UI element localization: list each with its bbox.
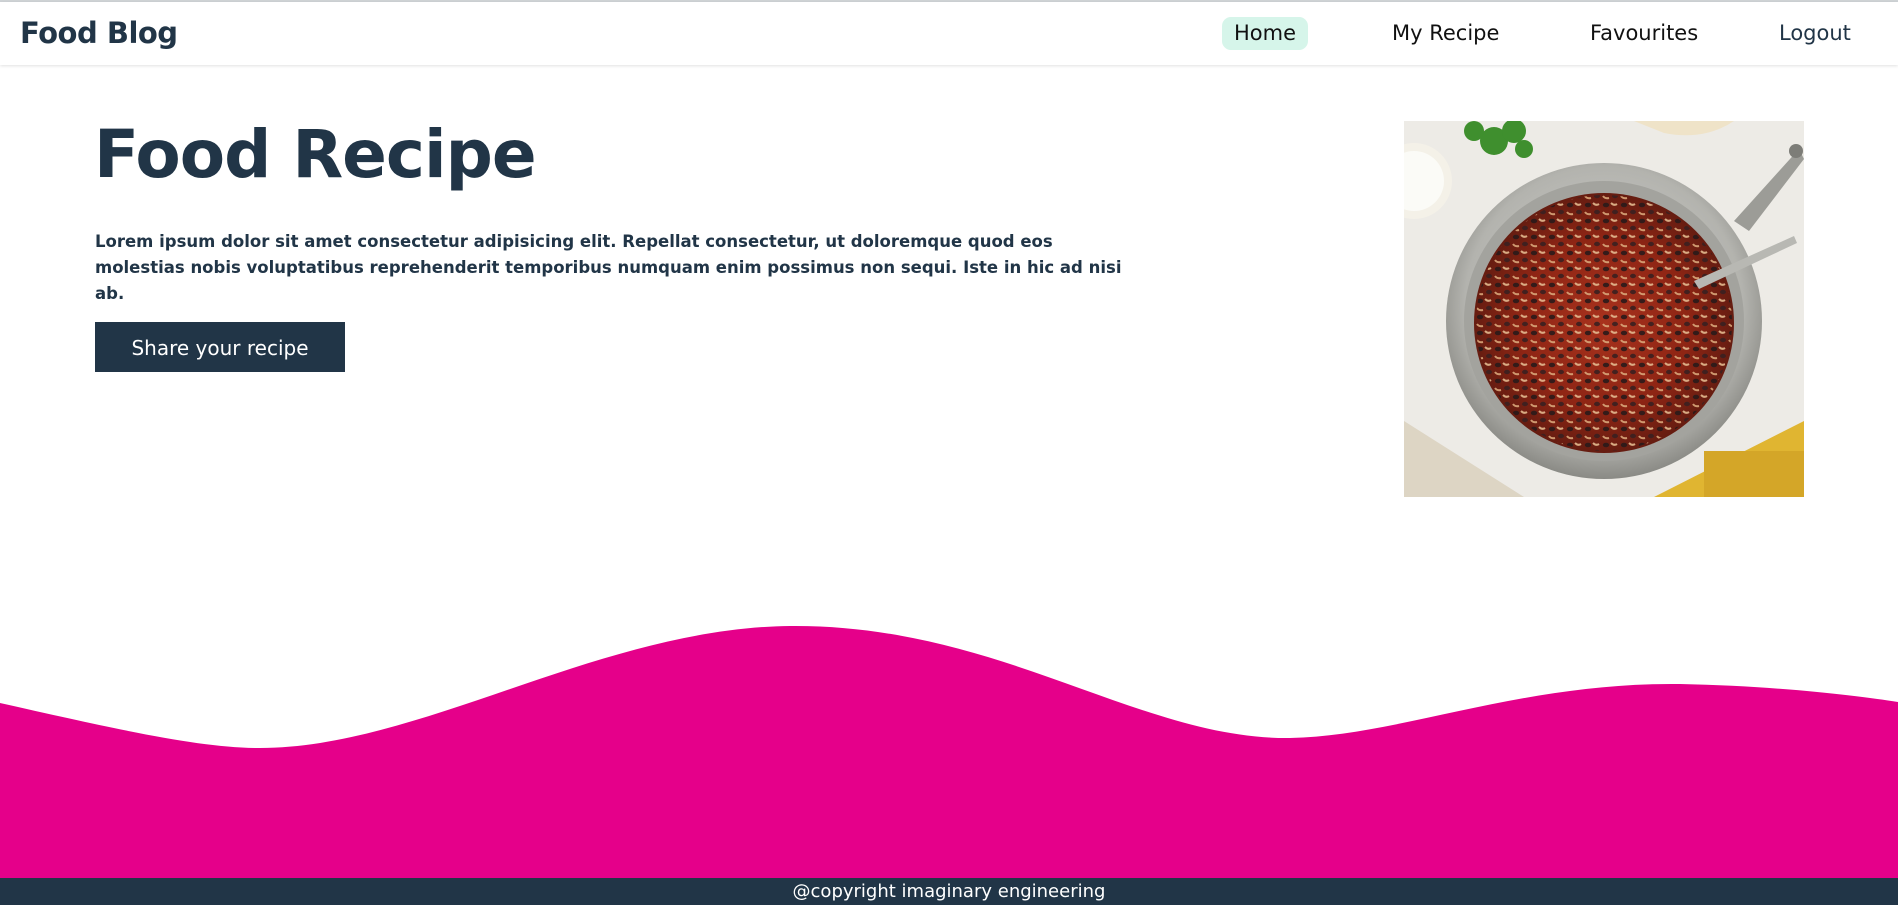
decorative-wave bbox=[0, 625, 1898, 880]
copyright-text: @copyright imaginary engineering bbox=[792, 881, 1106, 902]
hero-title: Food Recipe bbox=[94, 116, 537, 193]
food-image bbox=[1404, 121, 1804, 497]
page: Food Blog Home My Recipe Favourites Logo… bbox=[0, 0, 1898, 905]
nav-home[interactable]: Home bbox=[1222, 17, 1308, 50]
nav-my-recipe[interactable]: My Recipe bbox=[1392, 17, 1499, 50]
nav-logout[interactable]: Logout bbox=[1779, 17, 1851, 50]
navbar: Food Blog Home My Recipe Favourites Logo… bbox=[0, 2, 1898, 65]
food-pan-illustration bbox=[1404, 121, 1804, 497]
footer: @copyright imaginary engineering bbox=[0, 878, 1898, 905]
share-recipe-button[interactable]: Share your recipe bbox=[95, 322, 345, 372]
brand-logo[interactable]: Food Blog bbox=[20, 16, 178, 50]
hero-description: Lorem ipsum dolor sit amet consectetur a… bbox=[95, 232, 1122, 303]
nav-favourites[interactable]: Favourites bbox=[1590, 17, 1698, 50]
